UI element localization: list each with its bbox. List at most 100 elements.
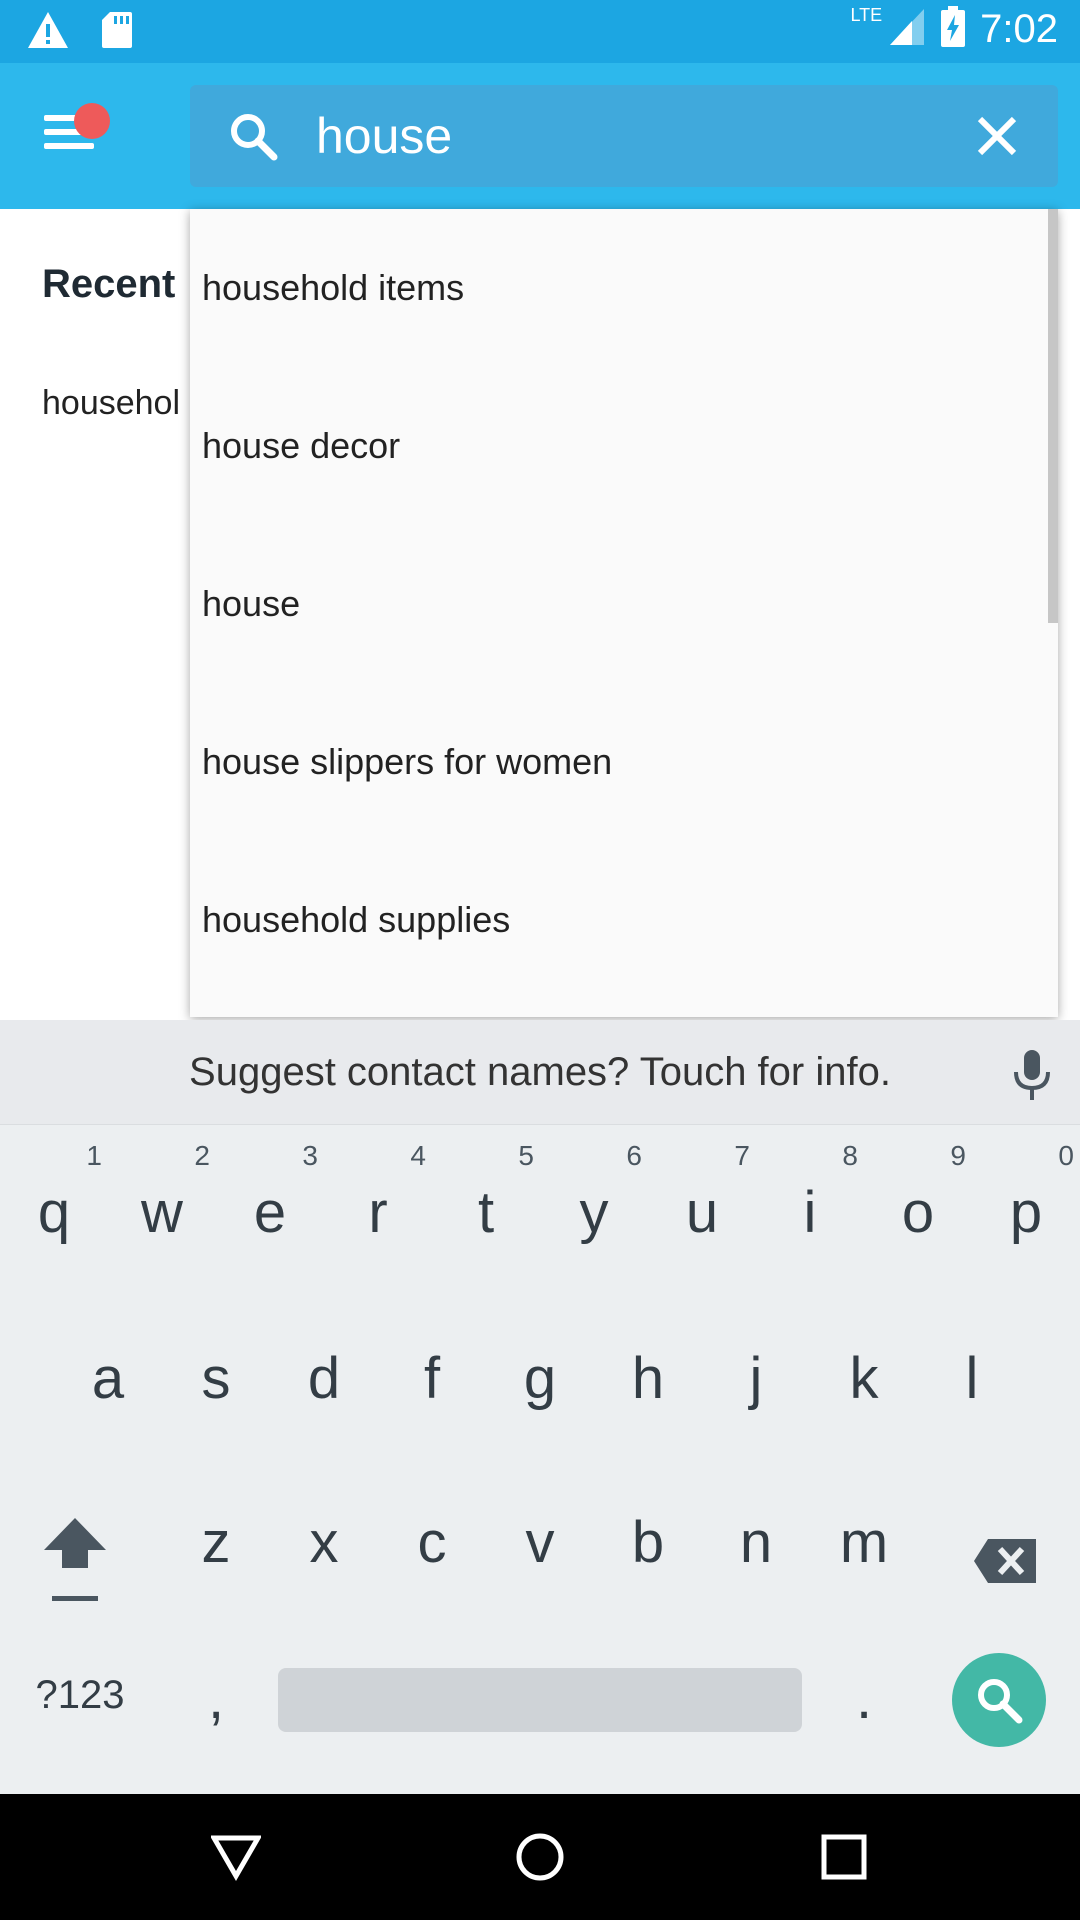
- keyboard: Suggest contact names? Touch for info. 1…: [0, 1020, 1080, 1794]
- key-c[interactable]: c: [378, 1460, 486, 1610]
- key-z[interactable]: z: [162, 1460, 270, 1610]
- key-label: .: [855, 1666, 873, 1731]
- backspace-key[interactable]: [950, 1460, 1060, 1610]
- key-label: d: [307, 1346, 341, 1411]
- key-label: w: [141, 1180, 183, 1245]
- shift-key[interactable]: [20, 1460, 130, 1610]
- microphone-icon[interactable]: [1012, 1048, 1052, 1102]
- battery-charging-icon: [940, 6, 966, 53]
- search-box[interactable]: [190, 85, 1058, 187]
- home-icon[interactable]: [515, 1832, 565, 1882]
- key-label: h: [631, 1346, 665, 1411]
- key-r[interactable]: 4r: [324, 1130, 432, 1280]
- close-icon[interactable]: [976, 115, 1018, 157]
- key-j[interactable]: j: [702, 1296, 810, 1446]
- key-t[interactable]: 5t: [432, 1130, 540, 1280]
- recent-item[interactable]: househol: [42, 384, 180, 423]
- suggestion-item[interactable]: house: [202, 525, 1022, 683]
- key-l[interactable]: l: [918, 1296, 1026, 1446]
- key-label: j: [749, 1346, 763, 1411]
- key-label: t: [477, 1180, 495, 1245]
- key-hint: 5: [518, 1140, 534, 1171]
- key-label: n: [739, 1510, 773, 1575]
- key-b[interactable]: b: [594, 1460, 702, 1610]
- key-v[interactable]: v: [486, 1460, 594, 1610]
- key-label: m: [839, 1510, 889, 1575]
- key-label: r: [368, 1180, 388, 1245]
- key-label: ,: [207, 1666, 225, 1731]
- keyboard-suggestion-strip[interactable]: Suggest contact names? Touch for info.: [0, 1020, 1080, 1125]
- sd-card-icon: [100, 10, 134, 55]
- symbols-key[interactable]: ?123: [20, 1616, 140, 1766]
- period-key[interactable]: .: [810, 1616, 918, 1766]
- key-x[interactable]: x: [270, 1460, 378, 1610]
- key-m[interactable]: m: [810, 1460, 918, 1610]
- key-u[interactable]: 7u: [648, 1130, 756, 1280]
- key-f[interactable]: f: [378, 1296, 486, 1446]
- suggestion-item[interactable]: house decor: [202, 367, 1022, 525]
- key-label: x: [309, 1510, 339, 1575]
- key-hint: 0: [1058, 1140, 1074, 1171]
- suggestion-item[interactable]: household items: [202, 209, 1022, 367]
- key-hint: 1: [86, 1140, 102, 1171]
- clock: 7:02: [980, 7, 1058, 51]
- key-label: s: [201, 1346, 231, 1411]
- signal-icon: [888, 7, 926, 52]
- key-d[interactable]: d: [270, 1296, 378, 1446]
- key-label: b: [631, 1510, 665, 1575]
- network-type: LTE: [850, 5, 883, 25]
- key-n[interactable]: n: [702, 1460, 810, 1610]
- key-q[interactable]: 1q: [0, 1130, 108, 1280]
- key-label: q: [37, 1180, 71, 1245]
- suggestions-dropdown[interactable]: household items house decor house house …: [190, 209, 1058, 1017]
- key-hint: 3: [302, 1140, 318, 1171]
- key-hint: 9: [950, 1140, 966, 1171]
- key-s[interactable]: s: [162, 1296, 270, 1446]
- key-label: z: [201, 1510, 231, 1575]
- key-label: ?123: [35, 1673, 125, 1717]
- key-y[interactable]: 6y: [540, 1130, 648, 1280]
- key-label: f: [423, 1346, 441, 1411]
- backspace-icon: [972, 1532, 1038, 1599]
- notification-dot: [74, 103, 110, 139]
- recent-title: Recent: [42, 262, 176, 306]
- key-label: v: [525, 1510, 555, 1575]
- key-w[interactable]: 2w: [108, 1130, 216, 1280]
- key-hint: 6: [626, 1140, 642, 1171]
- key-label: e: [253, 1180, 287, 1245]
- key-hint: 8: [842, 1140, 858, 1171]
- shift-icon: [42, 1516, 108, 1616]
- key-label: a: [91, 1346, 125, 1411]
- menu-button[interactable]: [44, 103, 110, 159]
- back-icon[interactable]: [209, 1832, 263, 1882]
- key-h[interactable]: h: [594, 1296, 702, 1446]
- search-icon: [974, 1675, 1024, 1730]
- key-k[interactable]: k: [810, 1296, 918, 1446]
- key-hint: 7: [734, 1140, 750, 1171]
- space-key[interactable]: [278, 1668, 802, 1732]
- dropdown-scrollbar[interactable]: [1048, 209, 1058, 623]
- key-g[interactable]: g: [486, 1296, 594, 1446]
- keyboard-suggestion-text[interactable]: Suggest contact names? Touch for info.: [0, 1050, 1080, 1095]
- status-bar: LTE 7:02: [0, 0, 1080, 63]
- search-action-button[interactable]: [952, 1653, 1046, 1747]
- suggestion-item[interactable]: house slippers for women: [202, 683, 1022, 841]
- key-label: o: [901, 1180, 935, 1245]
- suggestion-item[interactable]: household supplies: [202, 841, 1022, 999]
- search-input[interactable]: [316, 97, 936, 175]
- key-label: k: [849, 1346, 879, 1411]
- key-e[interactable]: 3e: [216, 1130, 324, 1280]
- key-label: g: [523, 1346, 557, 1411]
- key-p[interactable]: 0p: [972, 1130, 1080, 1280]
- recents-icon[interactable]: [819, 1832, 869, 1882]
- key-label: i: [803, 1180, 817, 1245]
- key-hint: 4: [410, 1140, 426, 1171]
- key-a[interactable]: a: [54, 1296, 162, 1446]
- key-i[interactable]: 8i: [756, 1130, 864, 1280]
- comma-key[interactable]: ,: [162, 1616, 270, 1766]
- key-hint: 2: [194, 1140, 210, 1171]
- key-label: p: [1009, 1180, 1043, 1245]
- search-icon: [228, 111, 278, 161]
- key-o[interactable]: 9o: [864, 1130, 972, 1280]
- key-label: c: [417, 1510, 447, 1575]
